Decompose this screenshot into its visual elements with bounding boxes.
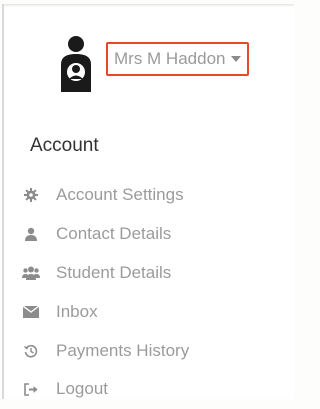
- sign-out-icon: [22, 380, 40, 398]
- menu-item-student-details[interactable]: Student Details: [22, 254, 189, 293]
- user-header: Mrs M Haddon: [54, 34, 294, 104]
- menu-item-inbox[interactable]: Inbox: [22, 292, 189, 331]
- menu-item-label: Payments History: [56, 340, 190, 360]
- history-icon: [22, 342, 40, 360]
- users-icon: [22, 264, 40, 282]
- menu-item-logout[interactable]: Logout: [22, 370, 189, 409]
- menu-item-label: Student Details: [56, 262, 172, 282]
- menu-item-label: Contact Details: [56, 224, 172, 244]
- section-title: Account: [30, 135, 99, 156]
- menu-item-payments-history[interactable]: Payments History: [22, 331, 189, 370]
- menu-item-label: Logout: [56, 379, 108, 399]
- menu-item-contact-details[interactable]: Contact Details: [22, 215, 189, 254]
- parent-child-icon: [54, 34, 98, 92]
- account-panel: Mrs M Haddon Account Account Settings Co…: [2, 4, 294, 399]
- menu-item-label: Account Settings: [56, 185, 184, 205]
- caret-down-icon: [231, 56, 242, 62]
- user-name: Mrs M Haddon: [114, 49, 226, 68]
- menu-item-label: Inbox: [56, 301, 98, 321]
- envelope-icon: [22, 303, 40, 321]
- menu-item-account-settings[interactable]: Account Settings: [22, 176, 189, 215]
- gear-icon: [22, 186, 40, 204]
- user-menu-dropdown[interactable]: Mrs M Haddon: [106, 42, 250, 76]
- user-icon: [22, 225, 40, 243]
- account-menu: Account Settings Contact Details Student…: [22, 176, 189, 409]
